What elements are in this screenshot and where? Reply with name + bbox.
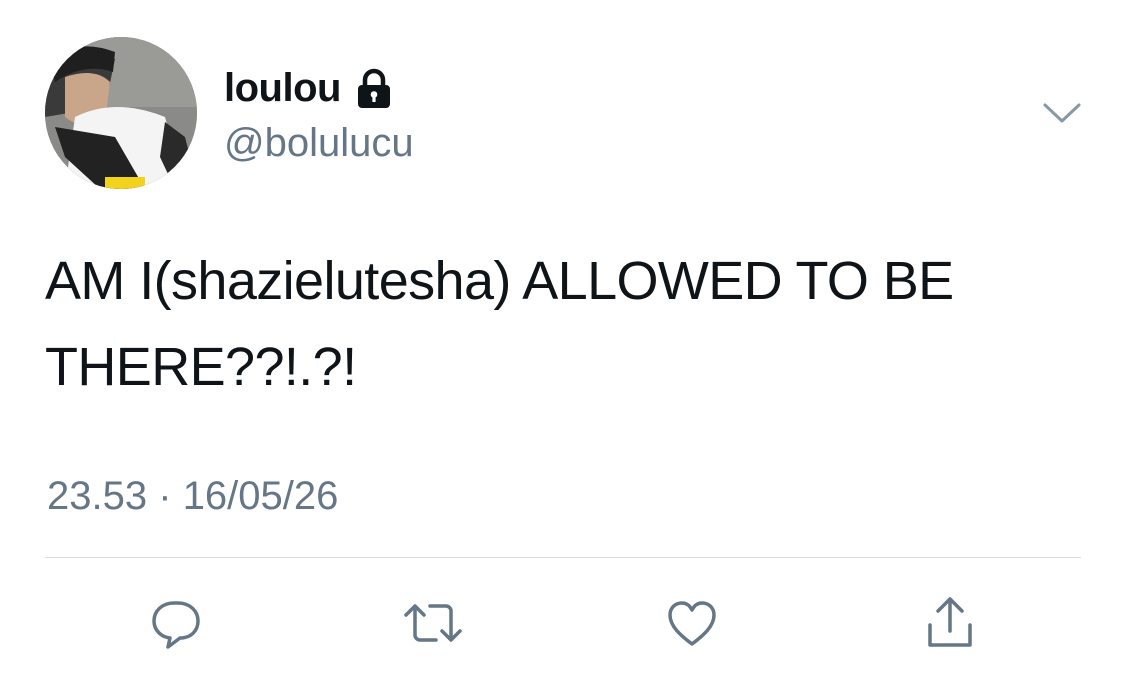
user-handle[interactable]: @bolulucu: [224, 117, 414, 169]
author-name-row: loulou: [224, 62, 395, 114]
share-button[interactable]: [915, 588, 985, 658]
display-name[interactable]: loulou: [224, 62, 341, 114]
tweet-card: loulou @bolulucu AM I(shazielutesha) ALL…: [0, 0, 1125, 691]
chevron-down-icon[interactable]: [1040, 95, 1084, 131]
share-icon: [920, 593, 980, 653]
retweet-icon: [398, 593, 468, 653]
avatar-image: [45, 37, 197, 189]
tweet-text: AM I(shazielutesha) ALLOWED TO BE THERE?…: [45, 251, 954, 397]
retweet-button[interactable]: [398, 588, 468, 658]
avatar[interactable]: [45, 37, 197, 189]
tweet-timestamp[interactable]: 23.53 · 16/05/26: [47, 470, 338, 522]
lock-icon: [353, 67, 395, 109]
like-icon: [662, 593, 722, 653]
action-bar: [0, 588, 1125, 658]
timestamp-separator: ·: [158, 474, 172, 518]
reply-icon: [146, 593, 206, 653]
like-button[interactable]: [657, 588, 727, 658]
divider: [45, 557, 1081, 558]
tweet-date: 16/05/26: [182, 474, 339, 518]
reply-button[interactable]: [141, 588, 211, 658]
tweet-time: 23.53: [47, 474, 148, 518]
